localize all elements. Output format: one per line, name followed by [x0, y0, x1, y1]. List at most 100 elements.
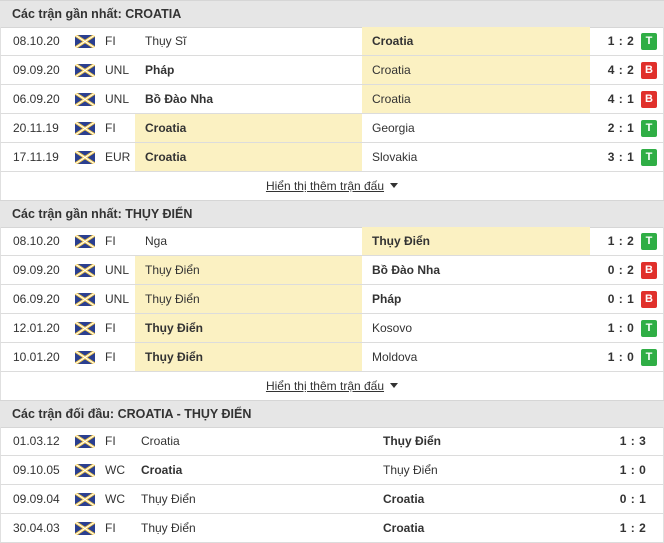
away-team[interactable]: Thụy Điển: [375, 456, 595, 484]
match-score[interactable]: 4 : 2: [599, 56, 643, 84]
show-more-link[interactable]: Hiển thị thêm trận đấu: [266, 379, 384, 393]
match-date: 09.09.04: [13, 492, 60, 506]
match-date: 01.03.12: [13, 434, 60, 448]
flag-icon: [74, 291, 96, 308]
away-team[interactable]: Pháp: [362, 285, 590, 313]
away-team[interactable]: Moldova: [362, 343, 590, 371]
show-more-link[interactable]: Hiển thị thêm trận đấu: [266, 179, 384, 193]
away-team[interactable]: Croatia: [362, 27, 590, 55]
home-team[interactable]: Bồ Đào Nha: [135, 85, 362, 113]
table-row[interactable]: 09.10.05 WC Croatia Thụy Điển 1 : 0: [0, 456, 664, 485]
competition-code: FI: [105, 121, 116, 135]
result-badge: B: [641, 291, 657, 308]
match-score[interactable]: 1 : 0: [611, 456, 655, 484]
match-score[interactable]: 1 : 2: [599, 27, 643, 55]
result-badge: B: [641, 91, 657, 108]
flag-icon: [74, 349, 96, 366]
match-score[interactable]: 1 : 2: [611, 514, 655, 542]
flag-icon: [74, 433, 96, 450]
competition-code: UNL: [105, 63, 130, 77]
result-badge: T: [641, 233, 657, 250]
away-team[interactable]: Croatia: [375, 514, 595, 542]
match-date: 17.11.19: [13, 150, 59, 164]
table-row[interactable]: 20.11.19 FI Croatia Georgia 2 : 1 T: [0, 114, 664, 143]
match-score[interactable]: 1 : 0: [599, 343, 643, 371]
match-score[interactable]: 0 : 2: [599, 256, 643, 284]
flag-icon: [74, 262, 96, 279]
home-team[interactable]: Thụy Điển: [135, 514, 375, 542]
home-team[interactable]: Thụy Điển: [135, 256, 362, 284]
flag-icon: [74, 120, 96, 137]
table-row[interactable]: 09.09.20 UNL Thụy Điển Bồ Đào Nha 0 : 2 …: [0, 256, 664, 285]
match-date: 10.01.20: [13, 350, 60, 364]
result-badge: T: [641, 33, 657, 50]
match-score[interactable]: 0 : 1: [599, 285, 643, 313]
caret-down-icon[interactable]: [390, 383, 399, 388]
match-score[interactable]: 1 : 3: [611, 427, 655, 455]
result-badge: B: [641, 62, 657, 79]
away-team[interactable]: Georgia: [362, 114, 590, 142]
match-date: 20.11.19: [13, 121, 59, 135]
home-team[interactable]: Thụy Điển: [135, 343, 362, 371]
flag-icon: [74, 520, 96, 537]
competition-code: UNL: [105, 92, 130, 106]
section-title-croatia: Các trận gần nhất: CROATIA: [0, 0, 664, 28]
flag-icon: [74, 149, 96, 166]
flag-icon: [74, 91, 96, 108]
competition-code: FI: [105, 234, 116, 248]
caret-down-icon[interactable]: [390, 183, 399, 188]
show-more-row: Hiển thị thêm trận đấu: [0, 172, 664, 200]
match-score[interactable]: 4 : 1: [599, 85, 643, 113]
match-date: 06.09.20: [13, 292, 60, 306]
match-score[interactable]: 1 : 0: [599, 314, 643, 342]
table-row[interactable]: 08.10.20 FI Thụy Sĩ Croatia 1 : 2 T: [0, 27, 664, 56]
home-team[interactable]: Nga: [135, 227, 362, 255]
competition-code: FI: [105, 321, 116, 335]
competition-code: WC: [105, 492, 125, 506]
home-team[interactable]: Thụy Điển: [135, 314, 362, 342]
match-date: 08.10.20: [13, 234, 60, 248]
match-score[interactable]: 1 : 2: [599, 227, 643, 255]
home-team[interactable]: Thụy Sĩ: [135, 27, 362, 55]
flag-icon: [74, 320, 96, 337]
show-more-row: Hiển thị thêm trận đấu: [0, 372, 664, 400]
competition-code: FI: [105, 34, 116, 48]
table-row[interactable]: 17.11.19 EUR Croatia Slovakia 3 : 1 T: [0, 143, 664, 172]
away-team[interactable]: Croatia: [375, 485, 595, 513]
competition-code: UNL: [105, 292, 130, 306]
competition-code: FI: [105, 350, 116, 364]
table-row[interactable]: 01.03.12 FI Croatia Thụy Điển 1 : 3: [0, 427, 664, 456]
match-date: 06.09.20: [13, 92, 60, 106]
match-date: 09.09.20: [13, 263, 60, 277]
table-row[interactable]: 09.09.04 WC Thụy Điển Croatia 0 : 1: [0, 485, 664, 514]
home-team[interactable]: Croatia: [135, 114, 362, 142]
table-row[interactable]: 10.01.20 FI Thụy Điển Moldova 1 : 0 T: [0, 343, 664, 372]
match-score[interactable]: 2 : 1: [599, 114, 643, 142]
away-team[interactable]: Croatia: [362, 85, 590, 113]
result-badge: B: [641, 262, 657, 279]
home-team[interactable]: Croatia: [135, 143, 362, 171]
match-date: 09.10.05: [13, 463, 60, 477]
away-team[interactable]: Kosovo: [362, 314, 590, 342]
table-row[interactable]: 08.10.20 FI Nga Thụy Điển 1 : 2 T: [0, 227, 664, 256]
away-team[interactable]: Thụy Điển: [375, 427, 595, 455]
away-team[interactable]: Slovakia: [362, 143, 590, 171]
home-team[interactable]: Thụy Điển: [135, 485, 375, 513]
section-title-sweden: Các trận gần nhất: THỤY ĐIỂN: [0, 200, 664, 228]
home-team[interactable]: Croatia: [135, 456, 375, 484]
table-row[interactable]: 06.09.20 UNL Thụy Điển Pháp 0 : 1 B: [0, 285, 664, 314]
table-row[interactable]: 09.09.20 UNL Pháp Croatia 4 : 2 B: [0, 56, 664, 85]
match-score[interactable]: 0 : 1: [611, 485, 655, 513]
table-row[interactable]: 12.01.20 FI Thụy Điển Kosovo 1 : 0 T: [0, 314, 664, 343]
competition-code: EUR: [105, 150, 131, 164]
away-team[interactable]: Bồ Đào Nha: [362, 256, 590, 284]
home-team[interactable]: Pháp: [135, 56, 362, 84]
flag-icon: [74, 233, 96, 250]
away-team[interactable]: Thụy Điển: [362, 227, 590, 255]
match-score[interactable]: 3 : 1: [599, 143, 643, 171]
table-row[interactable]: 30.04.03 FI Thụy Điển Croatia 1 : 2: [0, 514, 664, 543]
home-team[interactable]: Croatia: [135, 427, 375, 455]
table-row[interactable]: 06.09.20 UNL Bồ Đào Nha Croatia 4 : 1 B: [0, 85, 664, 114]
away-team[interactable]: Croatia: [362, 56, 590, 84]
home-team[interactable]: Thụy Điển: [135, 285, 362, 313]
